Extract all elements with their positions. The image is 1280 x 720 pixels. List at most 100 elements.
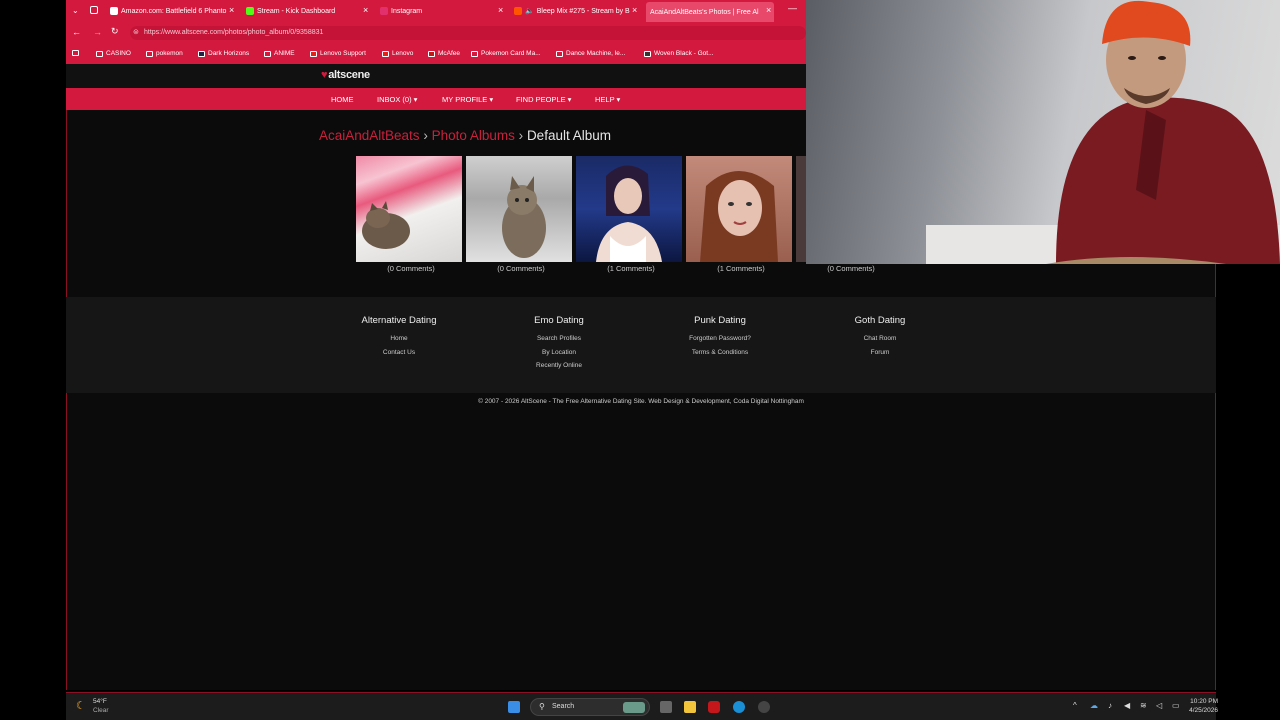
photo-comment-count[interactable]: (0 Comments) bbox=[356, 264, 466, 273]
weather-temp[interactable]: 54°F bbox=[93, 698, 107, 705]
photo-thumbnail[interactable] bbox=[466, 156, 572, 262]
footer-column-punk: Punk Dating Forgotten Password? Terms & … bbox=[640, 315, 800, 359]
bookmark-mcafee[interactable]: McAfee bbox=[428, 50, 460, 57]
back-arrow-icon[interactable]: ← bbox=[72, 27, 81, 37]
weather-desc[interactable]: Clear bbox=[93, 707, 109, 714]
folder-icon bbox=[96, 50, 103, 57]
footer-column-goth: Goth Dating Chat Room Forum bbox=[800, 315, 960, 359]
photo-comment-count[interactable]: (0 Comments) bbox=[796, 264, 906, 273]
nav-home[interactable]: HOME bbox=[331, 95, 354, 104]
footer-link-home[interactable]: Home bbox=[319, 332, 479, 346]
reload-icon[interactable]: ↻ bbox=[111, 26, 119, 37]
clock-date[interactable]: 4/25/2026 bbox=[1183, 707, 1218, 714]
tab-kick[interactable]: Stream - Kick Dashboard bbox=[246, 4, 366, 18]
search-icon: ⚲ bbox=[539, 702, 545, 711]
footer-link-contact[interactable]: Contact Us bbox=[319, 346, 479, 360]
breadcrumb-separator: › bbox=[423, 128, 428, 143]
pokeball-icon bbox=[471, 50, 478, 57]
bookmark-anime[interactable]: ANIME bbox=[264, 50, 295, 57]
tab-altscene-active[interactable]: AcaiAndAltBeats's Photos | Free Al bbox=[646, 2, 774, 22]
close-tab-icon[interactable]: × bbox=[766, 5, 771, 15]
photo-thumbnail[interactable] bbox=[686, 156, 792, 262]
workspaces-icon[interactable] bbox=[90, 6, 98, 14]
forward-arrow-icon[interactable]: → bbox=[93, 27, 102, 37]
tab-label: Amazon.com: Battlefield 6 Phanto bbox=[121, 7, 227, 15]
breadcrumb-albums-link[interactable]: Photo Albums bbox=[432, 128, 515, 143]
bookmark-lenovo-support[interactable]: Lenovo Support bbox=[310, 50, 366, 57]
folder-icon bbox=[146, 50, 153, 57]
bookmark-label: Dance Machine, le... bbox=[566, 50, 626, 57]
footer-column-alternative: Alternative Dating Home Contact Us bbox=[319, 315, 479, 359]
footer-link-forum[interactable]: Forum bbox=[800, 346, 960, 360]
task-view-icon[interactable] bbox=[660, 701, 672, 713]
address-bar-row: ← → ↻ ⊜ https://www.altscene.com/photos/… bbox=[66, 22, 806, 44]
bookmark-label: Lenovo bbox=[392, 50, 414, 57]
minimize-window-icon[interactable]: — bbox=[788, 3, 797, 13]
footer-link-recently-online[interactable]: Recently Online bbox=[479, 359, 639, 373]
footer-heading: Punk Dating bbox=[694, 315, 746, 326]
tab-amazon[interactable]: Amazon.com: Battlefield 6 Phanto bbox=[110, 4, 234, 18]
bookmark-label: Pokemon Card Ma... bbox=[481, 50, 541, 57]
soundcloud-favicon-icon bbox=[514, 7, 522, 15]
footer-link-terms[interactable]: Terms & Conditions bbox=[640, 346, 800, 360]
instagram-favicon-icon bbox=[380, 7, 388, 15]
footer-link-forgotten-password[interactable]: Forgotten Password? bbox=[640, 332, 800, 346]
photo-thumbnail[interactable] bbox=[796, 156, 806, 262]
windows-start-icon[interactable] bbox=[508, 701, 520, 713]
volume-icon[interactable]: ◁ bbox=[1156, 701, 1162, 710]
tab-list-chevron-icon[interactable]: ⌄ bbox=[72, 6, 79, 15]
chevron-up-icon[interactable]: ^ bbox=[1073, 701, 1077, 710]
tab-soundcloud[interactable]: 🔈 Bleep Mix #275 - Stream by B bbox=[514, 4, 630, 18]
bookmark-label: McAfee bbox=[438, 50, 461, 57]
bookmark-woven-black[interactable]: Woven Black - Got... bbox=[644, 50, 713, 57]
microphone-icon[interactable]: ♪ bbox=[1108, 701, 1112, 710]
tab-label: Stream - Kick Dashboard bbox=[257, 7, 336, 15]
footer-heading: Alternative Dating bbox=[361, 315, 437, 326]
altscene-logo[interactable]: ♥altscene bbox=[321, 69, 370, 81]
file-explorer-icon[interactable] bbox=[684, 701, 696, 713]
onedrive-icon[interactable]: ☁ bbox=[1090, 701, 1098, 710]
bookmark-lenovo[interactable]: Lenovo bbox=[382, 50, 413, 57]
photo-comment-count[interactable]: (1 Comments) bbox=[686, 264, 796, 273]
photo-thumbnail[interactable] bbox=[576, 156, 682, 262]
footer-link-search-profiles[interactable]: Search Profiles bbox=[479, 332, 639, 346]
tab-instagram[interactable]: Instagram bbox=[380, 4, 500, 18]
footer-link-by-location[interactable]: By Location bbox=[479, 346, 639, 360]
clock-time[interactable]: 10:20 PM bbox=[1186, 698, 1218, 705]
edge-browser-icon[interactable] bbox=[733, 701, 745, 713]
bookmark-dance-machine[interactable]: Dance Machine, le... bbox=[556, 50, 625, 57]
browser-tab-bar: ⌄ Amazon.com: Battlefield 6 Phanto × Str… bbox=[66, 0, 806, 22]
moon-weather-icon[interactable]: ☾ bbox=[76, 699, 86, 712]
close-tab-icon[interactable]: × bbox=[229, 5, 234, 15]
obs-icon[interactable] bbox=[758, 701, 770, 713]
nav-find-people[interactable]: FIND PEOPLE ▾ bbox=[516, 95, 571, 104]
bookmark-dark-horizons[interactable]: Dark Horizons bbox=[198, 50, 249, 57]
bookmark-casino[interactable]: CASINO bbox=[96, 50, 131, 57]
footer-link-chat-room[interactable]: Chat Room bbox=[800, 332, 960, 346]
bookmark-pokemon[interactable]: pokemon bbox=[146, 50, 183, 57]
lenovo-icon bbox=[382, 50, 389, 57]
woman-image bbox=[596, 165, 662, 262]
speaker-volume-icon[interactable]: ◀ bbox=[1124, 701, 1130, 710]
close-tab-icon[interactable]: × bbox=[363, 5, 368, 15]
nav-my-profile[interactable]: MY PROFILE ▾ bbox=[442, 95, 493, 104]
battery-icon[interactable]: ▭ bbox=[1172, 701, 1180, 710]
nav-inbox[interactable]: INBOX (0) ▾ bbox=[377, 95, 417, 104]
photo-comment-count[interactable]: (0 Comments) bbox=[466, 264, 576, 273]
site-info-icon[interactable]: ⊜ bbox=[133, 26, 139, 40]
nav-help[interactable]: HELP ▾ bbox=[595, 95, 620, 104]
taskbar-search-box[interactable]: ⚲ Search bbox=[530, 698, 650, 716]
lenovo-icon bbox=[310, 50, 317, 57]
reading-list-icon[interactable] bbox=[72, 50, 79, 56]
breadcrumb-user-link[interactable]: AcaiAndAltBeats bbox=[319, 128, 420, 143]
media-app-icon[interactable] bbox=[708, 701, 720, 713]
wifi-icon[interactable]: ≋ bbox=[1140, 701, 1147, 710]
close-tab-icon[interactable]: × bbox=[632, 5, 637, 15]
photo-thumbnail[interactable] bbox=[356, 156, 462, 262]
url-field[interactable]: ⊜ https://www.altscene.com/photos/photo_… bbox=[130, 26, 806, 40]
bookmark-label: ANIME bbox=[274, 50, 295, 57]
photo-comment-count[interactable]: (1 Comments) bbox=[576, 264, 686, 273]
close-tab-icon[interactable]: × bbox=[498, 5, 503, 15]
search-highlight-icon bbox=[623, 702, 645, 713]
bookmark-pokemon-card[interactable]: Pokemon Card Ma... bbox=[471, 50, 541, 57]
